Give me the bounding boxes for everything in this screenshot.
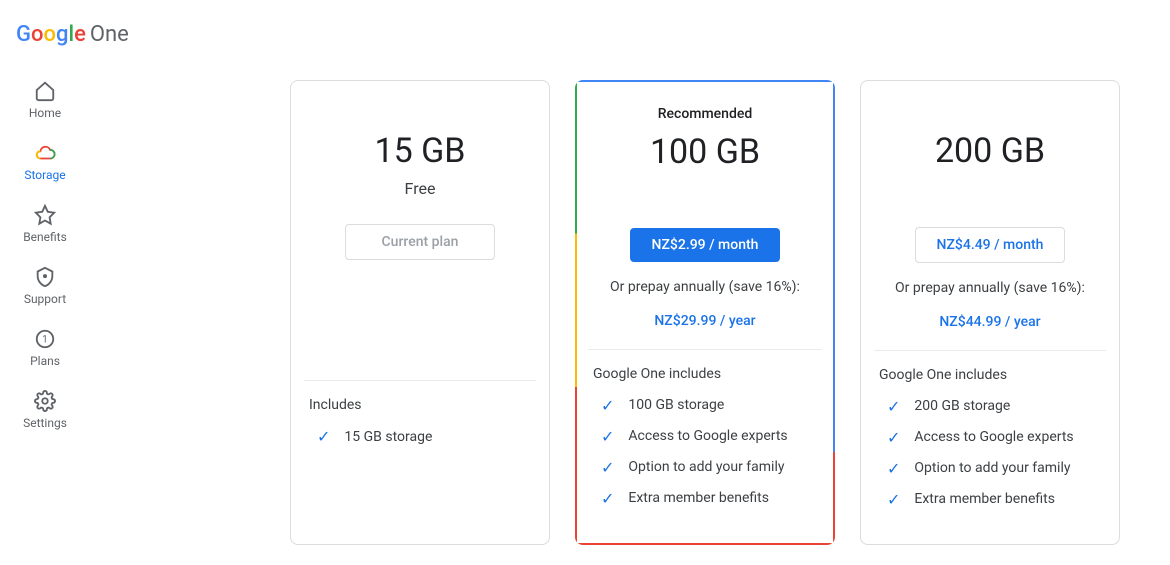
- feature-row: ✓ Access to Google experts: [879, 428, 1101, 447]
- app-logo[interactable]: Google One: [16, 22, 129, 47]
- sidebar-item-settings[interactable]: Settings: [23, 390, 67, 430]
- plans-grid: 15 GB Free Current plan Includes ✓ 15 GB…: [90, 0, 1170, 565]
- check-icon: ✓: [601, 427, 614, 446]
- check-icon: ✓: [887, 428, 900, 447]
- check-icon: ✓: [601, 396, 614, 415]
- sidebar-item-home[interactable]: Home: [29, 80, 61, 120]
- sidebar-item-label: Storage: [24, 168, 65, 182]
- feature-row: ✓ Option to add your family: [879, 459, 1101, 478]
- check-icon: ✓: [887, 397, 900, 416]
- sidebar-item-label: Benefits: [23, 230, 67, 244]
- sidebar-item-support[interactable]: Support: [24, 266, 66, 306]
- check-icon: ✓: [887, 490, 900, 509]
- prepay-text: Or prepay annually (save 16%):: [879, 279, 1101, 298]
- recommended-tag: Recommended: [593, 106, 817, 122]
- plan-card-recommended: Recommended 100 GB NZ$2.99 / month Or pr…: [575, 80, 835, 545]
- subscribe-monthly-button[interactable]: NZ$4.49 / month: [915, 227, 1065, 263]
- feature-text: Option to add your family: [628, 459, 784, 475]
- check-icon: ✓: [601, 489, 614, 508]
- sidebar-item-benefits[interactable]: Benefits: [23, 204, 67, 244]
- home-icon: [34, 80, 56, 102]
- svg-text:1: 1: [42, 335, 48, 346]
- sidebar-item-plans[interactable]: 1 Plans: [30, 328, 60, 368]
- feature-text: Extra member benefits: [628, 490, 769, 506]
- prepay-text: Or prepay annually (save 16%):: [593, 278, 817, 297]
- subscribe-annual-link[interactable]: NZ$44.99 / year: [879, 314, 1101, 330]
- feature-row: ✓ Option to add your family: [593, 458, 817, 477]
- feature-row: ✓ 200 GB storage: [879, 397, 1101, 416]
- feature-text: 200 GB storage: [914, 398, 1010, 414]
- plan-card-free: 15 GB Free Current plan Includes ✓ 15 GB…: [290, 80, 550, 545]
- star-icon: [34, 204, 56, 226]
- includes-title: Google One includes: [593, 366, 817, 382]
- gear-icon: [34, 390, 56, 412]
- feature-text: Access to Google experts: [628, 428, 787, 444]
- plans-icon: 1: [34, 328, 56, 350]
- sidebar-item-label: Plans: [30, 354, 60, 368]
- feature-text: 100 GB storage: [628, 397, 724, 413]
- plan-size: 100 GB: [593, 132, 817, 172]
- feature-row: ✓ 100 GB storage: [593, 396, 817, 415]
- check-icon: ✓: [887, 459, 900, 478]
- sidebar-item-label: Home: [29, 106, 61, 120]
- check-icon: ✓: [317, 427, 330, 446]
- shield-icon: [34, 266, 56, 288]
- plan-card-200gb: 200 GB NZ$4.49 / month Or prepay annuall…: [860, 80, 1120, 545]
- plan-size: 15 GB: [309, 131, 531, 171]
- sidebar-item-label: Settings: [23, 416, 67, 430]
- check-icon: ✓: [601, 458, 614, 477]
- feature-row: ✓ Access to Google experts: [593, 427, 817, 446]
- logo-product: One: [90, 22, 129, 47]
- includes-title: Includes: [309, 397, 531, 413]
- feature-text: Extra member benefits: [914, 491, 1055, 507]
- cloud-icon: [34, 142, 56, 164]
- feature-text: Option to add your family: [914, 460, 1070, 476]
- current-plan-button: Current plan: [345, 224, 495, 260]
- feature-text: 15 GB storage: [344, 429, 432, 445]
- plan-subtitle: Free: [309, 179, 531, 198]
- subscribe-monthly-button[interactable]: NZ$2.99 / month: [630, 228, 780, 262]
- sidebar-item-label: Support: [24, 292, 66, 306]
- feature-text: Access to Google experts: [914, 429, 1073, 445]
- sidebar-item-storage[interactable]: Storage: [24, 142, 65, 182]
- feature-row: ✓ 15 GB storage: [309, 427, 531, 446]
- feature-row: ✓ Extra member benefits: [879, 490, 1101, 509]
- plan-size: 200 GB: [879, 131, 1101, 171]
- includes-title: Google One includes: [879, 367, 1101, 383]
- subscribe-annual-link[interactable]: NZ$29.99 / year: [593, 313, 817, 329]
- sidebar-nav: Home Storage Benefits Support 1 Plans Se…: [0, 0, 90, 565]
- feature-row: ✓ Extra member benefits: [593, 489, 817, 508]
